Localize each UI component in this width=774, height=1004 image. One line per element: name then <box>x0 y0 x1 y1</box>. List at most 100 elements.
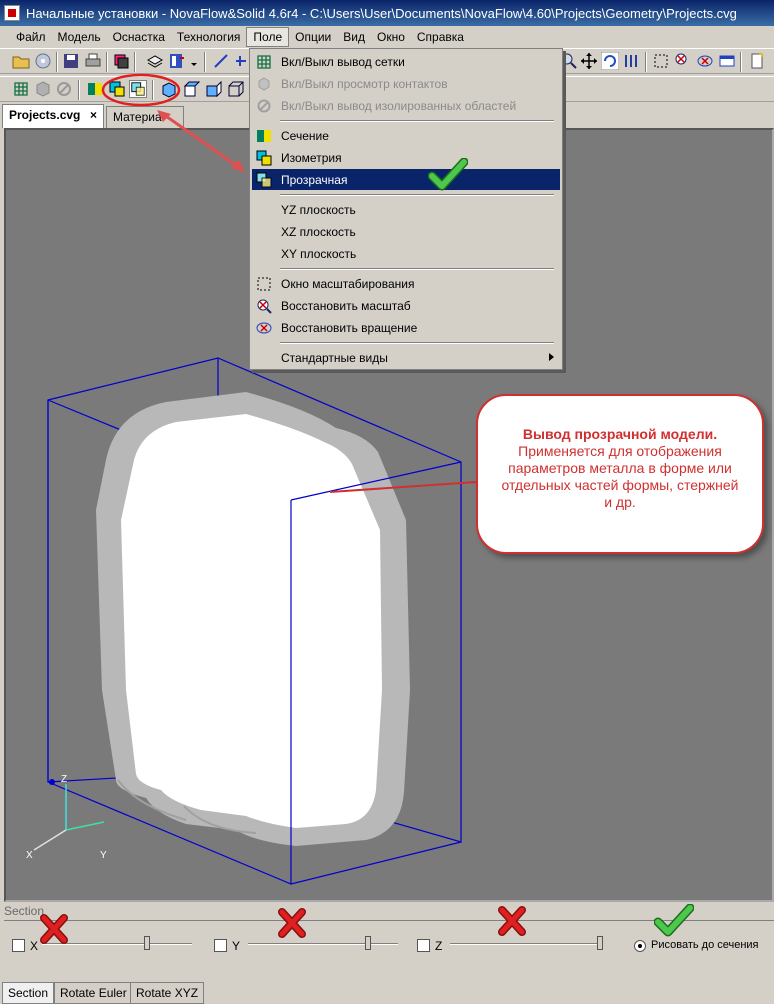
line-tool-icon[interactable] <box>212 52 230 70</box>
y-section-slider-track[interactable] <box>248 943 398 945</box>
export-icon[interactable] <box>168 52 186 70</box>
menu-separator <box>280 268 554 270</box>
menu-item-restore-zoom[interactable]: Восстановить масштаб <box>252 295 560 316</box>
y-section-checkbox[interactable] <box>214 939 227 952</box>
zoom-window-icon <box>257 277 271 290</box>
menu-item-label: Изометрия <box>281 150 342 165</box>
menu-item-label: Сечение <box>281 128 329 143</box>
menu-options[interactable]: Опции <box>289 28 337 46</box>
isolated-areas-icon <box>257 99 271 112</box>
menu-item-standard-views[interactable]: Стандартные виды <box>252 347 560 368</box>
restore-zoom-icon[interactable] <box>674 52 692 70</box>
open-folder-icon[interactable] <box>12 52 30 70</box>
callout-title: Вывод прозрачной модели. <box>522 426 718 442</box>
casting-mold <box>96 392 410 846</box>
menu-item-label: Восстановить вращение <box>281 320 418 335</box>
draw-to-section-label: Рисовать до сечения <box>651 939 759 951</box>
menu-model[interactable]: Модель <box>52 28 107 46</box>
menu-technology[interactable]: Технология <box>171 28 247 46</box>
submenu-arrow-icon <box>549 353 554 361</box>
red-x-mark-icon <box>498 906 526 936</box>
menu-item-label: Вкл/Выкл просмотр контактов <box>281 76 448 91</box>
zoom-window-icon[interactable] <box>652 52 670 70</box>
rotate-icon[interactable] <box>601 52 619 70</box>
menu-view[interactable]: Вид <box>337 28 371 46</box>
menu-item-section[interactable]: Сечение <box>252 125 560 146</box>
plus-tool-icon[interactable] <box>234 52 246 70</box>
menu-item-transparent[interactable]: Прозрачная <box>252 169 560 190</box>
callout-body: Применяется для отображения параметров м… <box>501 443 739 510</box>
section-icon <box>257 129 271 142</box>
app-logo-icon[interactable] <box>4 5 20 21</box>
menu-file[interactable]: Файл <box>10 28 52 46</box>
x-section-checkbox[interactable] <box>12 939 25 952</box>
grid-icon[interactable] <box>12 80 30 98</box>
tab-label: Projects.cvg <box>9 108 81 122</box>
disk-icon[interactable] <box>34 52 52 70</box>
menu-item-toggle-grid[interactable]: Вкл/Выкл вывод сетки <box>252 51 560 72</box>
window-icon[interactable] <box>718 52 736 70</box>
x-section-label: X <box>30 939 39 953</box>
y-section-slider-thumb[interactable] <box>365 936 371 950</box>
menu-item-xz-plane[interactable]: XZ плоскость <box>252 221 560 242</box>
transparent-icon <box>256 172 272 187</box>
dropdown-arrow-icon[interactable] <box>190 52 198 70</box>
draw-to-section-radio[interactable] <box>634 940 646 952</box>
tab-rotate-euler[interactable]: Rotate Euler <box>54 982 133 1004</box>
green-checkmark-icon <box>428 158 468 191</box>
tab-projects-cvg[interactable]: Projects.cvg × <box>2 104 104 128</box>
menu-item-label: Восстановить масштаб <box>281 298 411 313</box>
window-title: Начальные установки - NovaFlow&Solid 4.6… <box>26 5 737 21</box>
z-section-slider-thumb[interactable] <box>597 936 603 950</box>
isolated-areas-icon[interactable] <box>55 80 73 98</box>
info-callout: Вывод прозрачной модели. Применяется для… <box>476 394 764 554</box>
menu-item-xy-plane[interactable]: XY плоскость <box>252 243 560 264</box>
highlight-ellipse <box>101 73 181 107</box>
field-menu-dropdown: Вкл/Выкл вывод сетки Вкл/Выкл просмотр к… <box>249 48 563 370</box>
cube-top-icon[interactable] <box>182 80 200 98</box>
contacts-icon[interactable] <box>34 80 52 98</box>
axis-x-label: X <box>26 850 33 861</box>
menu-window[interactable]: Окно <box>371 28 411 46</box>
restore-rotation-icon[interactable] <box>696 52 714 70</box>
red-x-mark-icon <box>278 908 306 938</box>
menu-item-isometry[interactable]: Изометрия <box>252 147 560 168</box>
cube-wire-icon[interactable] <box>226 80 244 98</box>
save-icon[interactable] <box>62 52 80 70</box>
annotation-arrow <box>157 110 245 172</box>
restore-rotation-icon <box>256 322 272 333</box>
planes-icon[interactable] <box>623 52 641 70</box>
menu-item-toggle-contacts: Вкл/Выкл просмотр контактов <box>252 73 560 94</box>
menu-item-label: XZ плоскость <box>281 224 356 239</box>
z-section-slider-track[interactable] <box>450 943 600 945</box>
green-checkmark-icon <box>654 904 694 937</box>
menu-item-label: Стандартные виды <box>281 350 388 365</box>
menu-item-label: Окно масштабирования <box>281 276 415 291</box>
cube-side-icon[interactable] <box>204 80 222 98</box>
new-page-icon[interactable] <box>748 52 766 70</box>
menu-item-label: Прозрачная <box>281 172 348 187</box>
menu-help[interactable]: Справка <box>411 28 470 46</box>
print-icon[interactable] <box>84 52 102 70</box>
isometry-icon <box>256 150 272 165</box>
close-icon[interactable]: × <box>90 108 97 122</box>
menu-item-label: XY плоскость <box>281 246 357 261</box>
menu-field[interactable]: Поле <box>246 27 290 47</box>
menu-item-label: YZ плоскость <box>281 202 356 217</box>
stack-icon[interactable] <box>146 52 164 70</box>
x-section-slider-thumb[interactable] <box>144 936 150 950</box>
z-section-checkbox[interactable] <box>417 939 430 952</box>
menu-tooling[interactable]: Оснастка <box>107 28 171 46</box>
tab-section[interactable]: Section <box>2 982 55 1004</box>
layers-icon[interactable] <box>112 52 130 70</box>
y-section-label: Y <box>232 939 241 953</box>
contacts-icon <box>258 76 270 91</box>
menu-item-yz-plane[interactable]: YZ плоскость <box>252 199 560 220</box>
axis-y-label: Y <box>100 850 107 861</box>
menu-item-label: Вкл/Выкл вывод изолированных областей <box>281 98 517 113</box>
menu-item-restore-rotation[interactable]: Восстановить вращение <box>252 317 560 338</box>
tab-rotate-xyz[interactable]: Rotate XYZ <box>130 982 205 1004</box>
pan-icon[interactable] <box>580 52 598 70</box>
menu-item-zoom-window[interactable]: Окно масштабирования <box>252 273 560 294</box>
restore-zoom-icon <box>257 299 272 314</box>
